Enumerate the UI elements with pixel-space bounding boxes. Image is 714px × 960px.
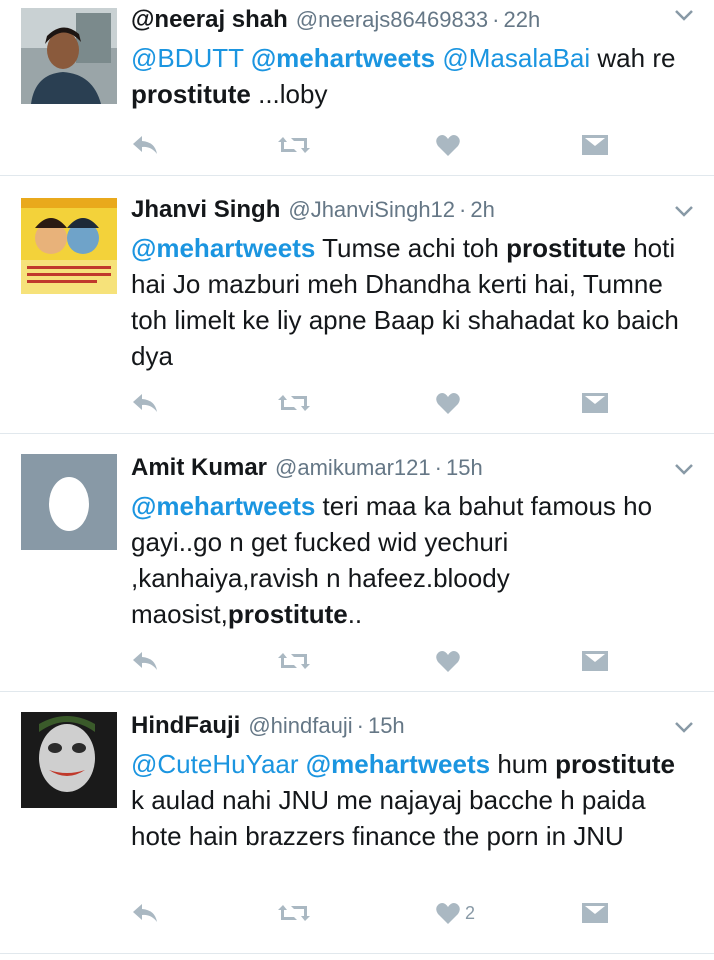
retweet-icon (278, 137, 310, 153)
retweet-button[interactable] (277, 388, 311, 418)
highlighted-word: prostitute (555, 749, 676, 779)
display-name[interactable]: @neeraj shah (131, 6, 288, 34)
mention-link[interactable]: @mehartweets (131, 233, 315, 263)
tweet-text: @CuteHuYaar @mehartweets hum prostitute … (131, 746, 694, 854)
handle[interactable]: @neerajs86469833 (296, 6, 488, 34)
timestamp[interactable]: 15h (368, 712, 405, 740)
reply-icon (133, 136, 157, 154)
tweet[interactable]: Amit Kumar @amikumar121 · 15h @mehartwee… (0, 434, 714, 692)
mention-link[interactable]: @mehartweets (306, 749, 490, 779)
avatar[interactable] (21, 8, 117, 104)
like-button[interactable] (435, 130, 461, 160)
avatar[interactable] (21, 712, 117, 808)
retweet-button[interactable] (277, 646, 311, 676)
mention-link[interactable]: @MasalaBai (442, 43, 590, 73)
highlighted-word: prostitute (227, 599, 348, 629)
like-button[interactable] (435, 388, 461, 418)
mention-link[interactable]: @mehartweets (131, 491, 315, 521)
direct-message-button[interactable] (581, 646, 609, 676)
timestamp[interactable]: 15h (446, 454, 483, 482)
highlighted-word: prostitute (131, 79, 251, 109)
tweet-text: @BDUTT @mehartweets @MasalaBai wah re pr… (131, 40, 694, 112)
tweet-text: @mehartweets teri maa ka bahut famous ho… (131, 488, 694, 632)
like-icon (436, 903, 460, 924)
reply-button[interactable] (131, 130, 159, 160)
text-segment: .. (347, 599, 363, 629)
reply-button[interactable] (131, 388, 159, 418)
mention-link[interactable]: @CuteHuYaar (131, 749, 299, 779)
mention-link[interactable]: @mehartweets (251, 43, 435, 73)
reply-button[interactable] (131, 898, 159, 928)
avatar[interactable] (21, 454, 117, 550)
display-name[interactable]: Amit Kumar (131, 454, 267, 482)
retweet-icon (278, 395, 310, 411)
like-count: 2 (465, 902, 476, 923)
tweet-actions (131, 130, 611, 160)
highlighted-word: prostitute (506, 233, 626, 263)
text-segment: Tumse achi toh (315, 233, 507, 263)
separator-dot: · (459, 197, 467, 222)
separator-dot: · (356, 713, 364, 738)
retweet-button[interactable] (277, 130, 311, 160)
handle[interactable]: @JhanviSingh12 (288, 196, 455, 224)
text-segment: wah re (590, 43, 676, 73)
retweet-icon (278, 905, 310, 921)
tweet[interactable]: @neeraj shah @neerajs86469833 · 22h @BDU… (0, 0, 714, 176)
reply-icon (133, 394, 157, 412)
devotional-image-icon (21, 198, 117, 294)
like-button[interactable] (435, 646, 461, 676)
direct-message-icon (582, 393, 608, 413)
default-egg-avatar-icon (21, 454, 117, 550)
tweet-text: @mehartweets Tumse achi toh prostitute h… (131, 230, 694, 374)
like-button[interactable]: 2 (435, 898, 475, 928)
joker-image-icon (21, 712, 117, 808)
text-segment: k aulad nahi JNU me najayaj bacche h pai… (131, 785, 646, 851)
separator-dot: · (492, 7, 500, 32)
direct-message-button[interactable] (581, 898, 609, 928)
mention-link[interactable]: @BDUTT (131, 43, 244, 73)
timestamp[interactable]: 22h (504, 6, 541, 34)
separator-dot: · (434, 455, 442, 480)
timestamp[interactable]: 2h (470, 196, 494, 224)
chevron-down-icon[interactable] (674, 720, 694, 734)
like-icon (436, 393, 460, 414)
display-name[interactable]: HindFauji (131, 712, 240, 740)
retweet-button[interactable] (277, 898, 311, 928)
text-segment: hum (490, 749, 556, 779)
like-icon (436, 651, 460, 672)
text-segment (244, 43, 251, 73)
direct-message-icon (582, 651, 608, 671)
tweet-actions: 2 (131, 898, 611, 928)
avatar[interactable] (21, 198, 117, 294)
retweet-icon (278, 653, 310, 669)
tweet[interactable]: Jhanvi Singh @JhanviSingh12 · 2h @mehart… (0, 176, 714, 434)
tweet-actions (131, 646, 611, 676)
display-name[interactable]: Jhanvi Singh (131, 196, 280, 224)
chevron-down-icon[interactable] (674, 204, 694, 218)
direct-message-button[interactable] (581, 130, 609, 160)
text-segment (299, 749, 306, 779)
chevron-down-icon[interactable] (674, 8, 694, 22)
reply-icon (133, 904, 157, 922)
handle[interactable]: @hindfauji (248, 712, 352, 740)
reply-icon (133, 652, 157, 670)
text-segment: ...loby (250, 79, 328, 109)
direct-message-icon (582, 903, 608, 923)
direct-message-icon (582, 135, 608, 155)
like-icon (436, 135, 460, 156)
chevron-down-icon[interactable] (674, 462, 694, 476)
handle[interactable]: @amikumar121 (275, 454, 431, 482)
user-photo-icon (21, 8, 117, 104)
tweet[interactable]: HindFauji @hindfauji · 15h @CuteHuYaar @… (0, 692, 714, 954)
direct-message-button[interactable] (581, 388, 609, 418)
tweet-actions (131, 388, 611, 418)
reply-button[interactable] (131, 646, 159, 676)
